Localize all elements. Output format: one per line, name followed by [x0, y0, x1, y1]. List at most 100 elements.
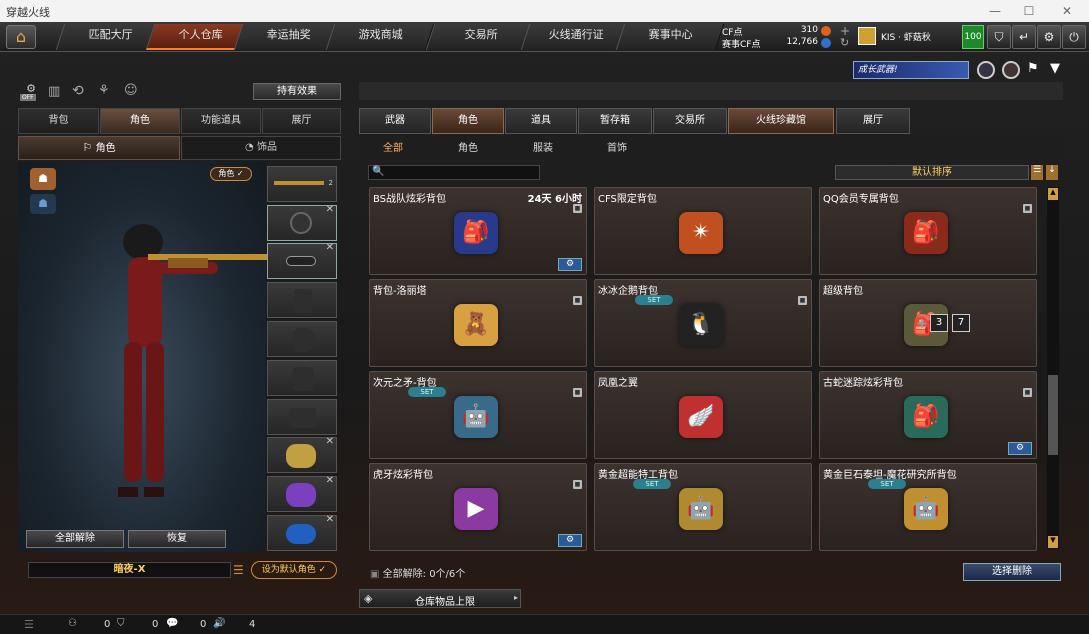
scroll-down-icon[interactable]: ▼ [1048, 536, 1058, 548]
item-card[interactable]: 超级背包 🎒 +3 7 [819, 279, 1037, 367]
shield-small-icon[interactable]: ⛉ [117, 618, 125, 629]
lock-icon[interactable]: ■ [573, 296, 582, 305]
character-stage[interactable]: ☗ ☗ 角色 ✓ [18, 162, 268, 552]
subtab-role[interactable]: ⚐ 角色 [18, 136, 180, 160]
search-input[interactable]: 🔍 [368, 165, 540, 180]
sort-dropdown[interactable]: 默认排序 [835, 165, 1029, 180]
scroll-thumb[interactable] [1048, 375, 1058, 455]
exit-room-icon[interactable]: ↵ [1012, 25, 1036, 49]
left-tab[interactable]: 背包 [18, 108, 99, 134]
remove-icon[interactable]: ✕ [326, 242, 334, 253]
item-card[interactable]: QQ会员专属背包 ■ 🎒 [819, 187, 1037, 275]
minimize-button[interactable]: — [980, 2, 1010, 20]
goggles-slot[interactable]: ✕ [267, 242, 337, 279]
stats-icon[interactable]: ▥ [48, 84, 60, 99]
nav-tab[interactable]: 交易所 [425, 24, 535, 50]
right-subtab[interactable]: 首饰 [607, 139, 627, 154]
remove-icon[interactable]: ✕ [326, 436, 334, 447]
accessory-slot[interactable]: ✕ [267, 436, 337, 473]
right-tab[interactable]: 武器 [359, 108, 431, 134]
item-card[interactable]: 虎牙炫彩背包 ■ ⚙ ▶ [369, 463, 587, 551]
effects-button[interactable]: 持有效果 [253, 83, 341, 100]
nav-tab[interactable]: 赛事中心 [615, 24, 725, 50]
left-tab[interactable]: 功能道具 [181, 108, 261, 134]
left-tab[interactable]: 角色 [100, 108, 180, 134]
remove-icon[interactable]: ✕ [326, 475, 334, 486]
flag-icon[interactable]: ⚑ [1027, 61, 1039, 76]
badge-icon[interactable] [977, 61, 995, 79]
sort-direction-icon[interactable]: ↓ [1046, 165, 1058, 180]
settings-icon[interactable]: ⚙ [1008, 442, 1032, 455]
lock-icon[interactable]: ■ [1023, 388, 1032, 397]
menu-icon[interactable]: ☰ [24, 618, 34, 631]
right-subtab[interactable]: 角色 [458, 139, 478, 154]
home-icon[interactable]: ⌂ [6, 25, 36, 49]
settings-icon[interactable]: ⚙ [558, 258, 582, 271]
close-button[interactable]: ✕ [1052, 2, 1082, 20]
item-card[interactable]: 黄金巨石泰坦-魔花研究所背包 SET 🤖 [819, 463, 1037, 551]
restore-button[interactable]: 恢复 [128, 530, 226, 548]
item-card[interactable]: 凤凰之翼 🪽 [594, 371, 812, 459]
left-tab[interactable]: 展厅 [262, 108, 341, 134]
v-icon[interactable]: ▼ [1050, 61, 1060, 76]
shield-icon[interactable]: ⛉ [987, 25, 1011, 49]
accessory-slot[interactable]: ✕ [267, 475, 337, 512]
speaker-icon[interactable]: 🔊 [213, 618, 225, 629]
helmet-slot[interactable]: ✕ [267, 204, 337, 241]
level-badge[interactable]: 100 [962, 25, 984, 49]
right-tab[interactable]: 道具 [505, 108, 577, 134]
growth-weapon-banner[interactable]: 成长武器! [853, 61, 969, 79]
right-tab[interactable]: 展厅 [836, 108, 910, 134]
select-delete-button[interactable]: 选择删除 [963, 563, 1061, 581]
pose-icon[interactable]: ⚘ [98, 83, 110, 98]
remove-icon[interactable]: ✕ [326, 204, 334, 215]
right-tab[interactable]: 角色 [432, 108, 504, 134]
unequip-all-button[interactable]: 全部解除 [26, 530, 124, 548]
item-card[interactable]: BS战队炫彩背包 24天 6小时 ■ ⚙ 🎒 [369, 187, 587, 275]
empty-slot[interactable] [267, 321, 337, 357]
right-tab[interactable]: 火线珍藏馆 [728, 108, 834, 134]
sort-list-icon[interactable]: ☰ [1031, 165, 1043, 180]
nav-tab[interactable]: 游戏商城 [325, 24, 435, 50]
item-card[interactable]: 背包-洛丽塔 ■ 🧸 [369, 279, 587, 367]
chat-icon[interactable]: 💬 [166, 618, 178, 629]
scrollbar[interactable]: ▲ ▼ [1047, 187, 1059, 549]
accessory-slot[interactable]: ✕ [267, 514, 337, 551]
lock-icon[interactable]: ■ [573, 388, 582, 397]
lock-icon[interactable]: ■ [1023, 204, 1032, 213]
right-tab[interactable]: 交易所 [653, 108, 727, 134]
maximize-button[interactable]: ☐ [1014, 2, 1044, 20]
storage-limit-button[interactable]: ◈ 仓库物品上限 ▸ [359, 589, 521, 608]
lock-icon[interactable]: ■ [798, 296, 807, 305]
settings-icon[interactable]: ⚙ [558, 534, 582, 547]
scroll-up-icon[interactable]: ▲ [1048, 188, 1058, 200]
empty-slot[interactable] [267, 399, 337, 435]
target-icon[interactable] [1002, 61, 1020, 79]
empty-slot[interactable] [267, 282, 337, 318]
right-subtab[interactable]: 全部 [383, 139, 403, 154]
settings-icon[interactable]: ⚙ [1037, 25, 1061, 49]
character-mode-icon[interactable]: ☗ [30, 168, 56, 190]
bag-off-icon[interactable]: ⚙ OFF [20, 82, 42, 104]
rotate-icon[interactable]: ⟲ [72, 83, 84, 99]
role-badge[interactable]: 角色 ✓ [210, 167, 252, 181]
right-tab[interactable]: 暂存箱 [578, 108, 652, 134]
item-card[interactable]: 次元之矛-背包 SET ■ 🤖 [369, 371, 587, 459]
right-subtab[interactable]: 服装 [533, 139, 553, 154]
pet-icon[interactable]: ☺ [124, 83, 138, 98]
power-icon[interactable]: ⏻ [1062, 25, 1086, 49]
nav-tab[interactable]: 火线通行证 [520, 24, 630, 50]
vehicle-mode-icon[interactable]: ☗ [30, 194, 56, 214]
item-card[interactable]: 古蛇迷踪炫彩背包 ■ ⚙ 🎒 [819, 371, 1037, 459]
empty-slot[interactable] [267, 360, 337, 396]
refresh-icon[interactable]: ↻ [840, 36, 849, 49]
item-card[interactable]: 黄金超能特工背包 SET 🤖 [594, 463, 812, 551]
friends-icon[interactable]: ⚇ [68, 618, 77, 629]
remove-icon[interactable]: ✕ [326, 514, 334, 525]
item-card[interactable]: 冰冰企鹅背包 SET ■ 🐧 [594, 279, 812, 367]
weapon-slot[interactable]: 2 [267, 166, 337, 202]
set-default-button[interactable]: 设为默认角色 ✓ [251, 561, 337, 579]
subtab-accessory[interactable]: ◔ 饰品 [181, 136, 341, 160]
list-icon[interactable]: ☰ [233, 563, 244, 577]
lock-icon[interactable]: ■ [573, 204, 582, 213]
